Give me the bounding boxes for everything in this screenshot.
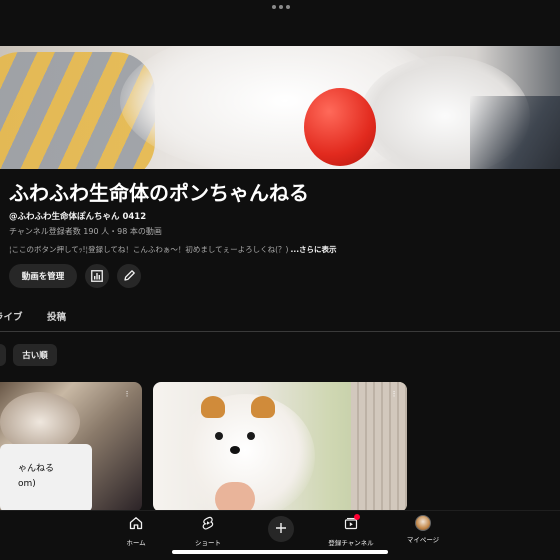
sort-chip-oldest[interactable]: 古い順 [13,344,57,366]
more-icon[interactable]: ⁝ [122,390,132,400]
tab-posts[interactable]: 投稿 [47,309,66,323]
description-text: ¦ここのボタン押してｯ!¦登録してね！こんふわぁ〜！初めましてぇーよろしくね(？… [9,245,289,254]
channel-handle: @ふわふわ生命体ぽんちゃん 0412 [9,212,147,222]
nav-subscriptions[interactable]: 登録チャンネル [321,514,381,547]
shorts-icon [201,515,215,534]
nav-label: 登録チャンネル [328,539,374,547]
sort-chip-partial[interactable] [0,344,6,366]
channel-stats: チャンネル登録者数 190 人・98 本の動画 [9,227,162,236]
tab-live[interactable]: ライブ [0,309,23,323]
more-icon[interactable]: ⁝ [389,390,399,400]
tooltip-line: om) [18,479,36,489]
channel-title: ふわふわ生命体のポンちゃんねる [9,181,309,205]
video-card[interactable]: ⁝ [153,382,407,512]
nav-my-page[interactable]: マイページ [393,515,453,544]
home-indicator[interactable] [172,550,388,554]
status-area [0,0,560,46]
nav-home[interactable]: ホーム [106,515,166,547]
analytics-icon [91,267,103,286]
create-button[interactable] [268,516,294,542]
nav-label: ショート [195,539,221,547]
multitasking-dots[interactable] [272,5,290,9]
tooltip-line: ゃんねる [18,464,55,474]
tooltip-popup: ゃんねる om) [0,444,92,512]
edit-channel-button[interactable] [117,264,141,288]
channel-banner [0,46,560,169]
avatar [415,515,431,531]
manage-videos-button[interactable]: 動画を管理 [9,264,77,288]
nav-shorts[interactable]: ショート [178,515,238,547]
nav-label: ホーム [126,539,146,547]
channel-tabs: ライブ 投稿 [0,306,560,332]
channel-actions: 動画を管理 [9,264,141,288]
show-more-link[interactable]: ...さらに表示 [291,245,337,254]
nav-label: マイページ [406,536,440,544]
video-card[interactable]: ⁝ ゃんねる om) [0,382,142,512]
home-icon [129,515,143,534]
pencil-icon [123,267,136,286]
channel-description[interactable]: ¦ここのボタン押してｯ!¦登録してね！こんふわぁ〜！初めましてぇーよろしくね(？… [9,244,337,255]
add-icon [275,520,287,538]
analytics-button[interactable] [85,264,109,288]
notification-dot [354,514,360,520]
